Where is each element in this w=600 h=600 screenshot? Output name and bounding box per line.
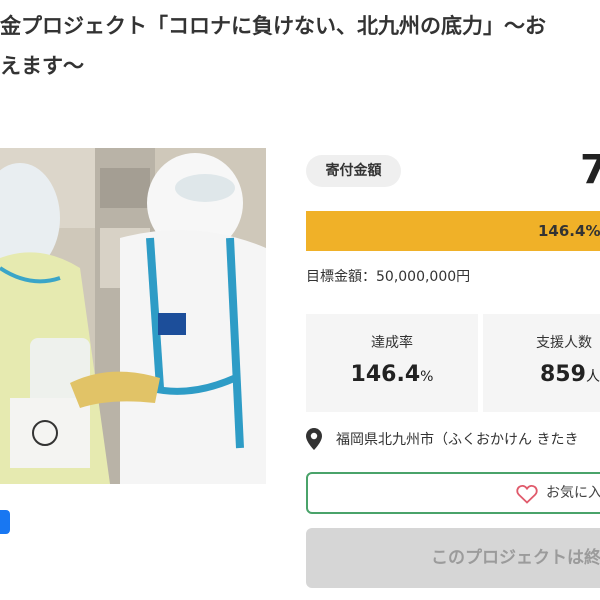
location-text: 福岡県北九州市（ふくおかけん きたき (336, 432, 579, 448)
pin-icon (306, 428, 322, 450)
project-ended-label: このプロジェクトは終 (431, 548, 600, 568)
project-title: 金プロジェクト「コロナに負けない、北九州の底力」〜お (0, 14, 546, 38)
project-photo (0, 148, 266, 484)
supporters-label: 支援人数 (536, 335, 592, 351)
share-button[interactable] (0, 510, 10, 534)
achievement-rate-number: 146.4 (350, 362, 421, 387)
achievement-rate-value: 146.4% (306, 362, 478, 387)
achievement-rate-box: 達成率 146.4% (306, 314, 478, 412)
progress-bar: 146.4% (306, 211, 600, 251)
supporters-number: 859 (540, 362, 586, 387)
progress-text: 146.4% (538, 222, 600, 240)
project-ended-button[interactable]: このプロジェクトは終 (306, 528, 600, 588)
supporters-value: 859人 (540, 362, 600, 387)
project-title-line2: えます〜 (0, 54, 84, 78)
donation-badge: 寄付金額 (306, 155, 401, 187)
goal-value: 50,000,000円 (376, 269, 471, 285)
goal-label: 目標金額： (306, 269, 376, 285)
donation-amount: 7 (580, 147, 600, 193)
supporters-box: 支援人数 859人 (483, 314, 600, 412)
achievement-rate-unit: % (420, 369, 434, 385)
goal-amount: 目標金額：50,000,000円 (306, 266, 470, 288)
location: 福岡県北九州市（ふくおかけん きたき (306, 425, 578, 453)
supporters-unit: 人 (585, 369, 600, 385)
achievement-rate-label: 達成率 (371, 335, 413, 351)
favorite-label: お気に入 (546, 485, 600, 501)
favorite-button[interactable]: お気に入 (306, 472, 600, 514)
heart-icon (516, 484, 538, 504)
